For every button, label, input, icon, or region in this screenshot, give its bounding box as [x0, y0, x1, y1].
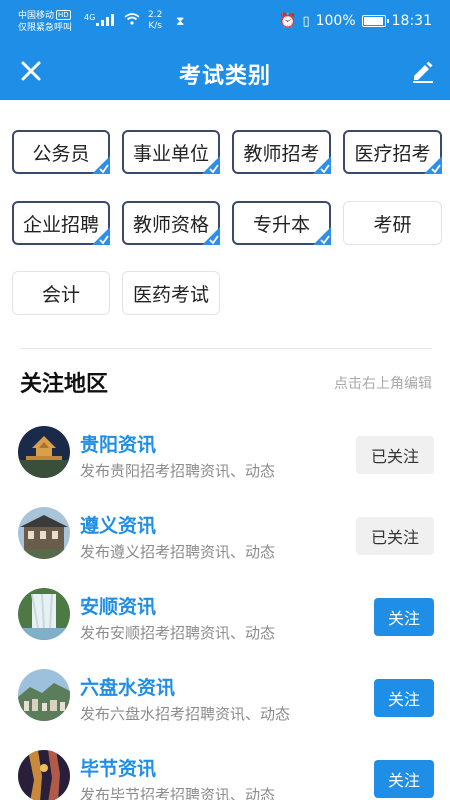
region-description: 发布安顺招考招聘资讯、动态: [80, 624, 276, 642]
category-label: 会计: [41, 283, 80, 306]
checkmark-icon: [92, 156, 110, 174]
status-right: ⏰ ▯ 100% 18:31: [279, 13, 432, 29]
vibrate-icon: ▯: [302, 13, 310, 29]
category-postgraduate[interactable]: 考研: [343, 201, 442, 245]
clock-time: 18:31: [391, 13, 432, 29]
network-type: 4G: [84, 13, 96, 22]
list-item[interactable]: 贵阳资讯 发布贵阳招考招聘资讯、动态 已关注: [0, 420, 450, 484]
signal-icon: [96, 14, 114, 26]
speed-unit: K/s: [148, 21, 162, 31]
checkmark-icon: [313, 156, 331, 174]
checkmark-icon: [202, 227, 220, 245]
category-teacher-qualification[interactable]: 教师资格: [122, 201, 220, 245]
network-speed: 2.2 K/s: [148, 10, 162, 32]
checkmark-icon: [313, 227, 331, 245]
category-label: 企业招聘: [22, 213, 99, 236]
category-label: 专升本: [252, 213, 310, 236]
checkmark-icon: [424, 156, 442, 174]
category-civil-servant[interactable]: 公务员: [12, 130, 110, 174]
category-label: 医疗招考: [354, 142, 431, 165]
category-teacher-recruitment[interactable]: 教师招考: [232, 130, 331, 174]
hourglass-icon: ⧗: [176, 14, 185, 28]
carrier-name: 中国移动: [18, 11, 55, 21]
wifi-icon: [124, 13, 140, 28]
list-item[interactable]: 六盘水资讯 发布六盘水招考招聘资讯、动态 关注: [0, 663, 450, 727]
alarm-icon: ⏰: [279, 13, 297, 29]
battery-icon: [361, 15, 389, 27]
category-public-institution[interactable]: 事业单位: [122, 130, 220, 174]
followed-button[interactable]: 已关注: [356, 517, 434, 555]
region-description: 发布贵阳招考招聘资讯、动态: [80, 462, 276, 480]
checkmark-icon: [202, 156, 220, 174]
page-title: 考试类别: [178, 64, 271, 89]
region-name: 毕节资讯: [80, 758, 157, 780]
followed-button[interactable]: 已关注: [356, 436, 434, 474]
region-name: 遵义资讯: [80, 515, 157, 537]
follow-button[interactable]: 关注: [374, 679, 434, 717]
section-divider: [20, 348, 432, 349]
region-thumbnail: [18, 750, 70, 800]
list-item[interactable]: 安顺资讯 发布安顺招考招聘资讯、动态 关注: [0, 582, 450, 646]
category-label: 考研: [373, 213, 412, 236]
region-thumbnail: [18, 669, 70, 721]
battery-percent: 100%: [315, 13, 356, 29]
category-college-upgrade[interactable]: 专升本: [232, 201, 331, 245]
region-thumbnail: [18, 588, 70, 640]
category-pharmacy-exam[interactable]: 医药考试: [122, 271, 220, 315]
category-enterprise-recruitment[interactable]: 企业招聘: [12, 201, 110, 245]
region-thumbnail: [18, 426, 70, 478]
category-label: 公务员: [32, 142, 90, 165]
region-name: 六盘水资讯: [80, 677, 176, 699]
region-name: 贵阳资讯: [80, 434, 157, 456]
follow-button[interactable]: 关注: [374, 598, 434, 636]
category-accounting[interactable]: 会计: [12, 271, 110, 315]
region-description: 发布遵义招考招聘资讯、动态: [80, 543, 276, 561]
region-description: 发布毕节招考招聘资讯、动态: [80, 786, 276, 800]
category-label: 事业单位: [132, 142, 209, 165]
category-label: 教师资格: [132, 213, 209, 236]
region-name: 安顺资讯: [80, 596, 157, 618]
follow-button[interactable]: 关注: [374, 760, 434, 798]
speed-value: 2.2: [148, 10, 163, 20]
category-medical-recruitment[interactable]: 医疗招考: [343, 130, 442, 174]
edit-icon[interactable]: [410, 58, 436, 84]
list-item[interactable]: 遵义资讯 发布遵义招考招聘资讯、动态 已关注: [0, 501, 450, 565]
status-bar: 中国移动 HD 仅限紧急呼叫 4G 2.2 K/s ⧗ ⏰ ▯ 100% 18:3…: [0, 0, 450, 44]
emergency-text: 仅限紧急呼叫: [18, 23, 73, 33]
section-hint: 点击右上角编辑: [334, 376, 432, 392]
category-label: 医药考试: [132, 283, 209, 306]
app-header: 考试类别: [0, 44, 450, 100]
section-title: 关注地区: [20, 372, 109, 397]
hd-badge: HD: [56, 10, 71, 20]
region-description: 发布六盘水招考招聘资讯、动态: [80, 705, 291, 723]
list-item[interactable]: 毕节资讯 发布毕节招考招聘资讯、动态 关注: [0, 744, 450, 800]
category-label: 教师招考: [243, 142, 320, 165]
checkmark-icon: [92, 227, 110, 245]
carrier-info: 中国移动 HD 仅限紧急呼叫: [18, 10, 72, 34]
region-thumbnail: [18, 507, 70, 559]
